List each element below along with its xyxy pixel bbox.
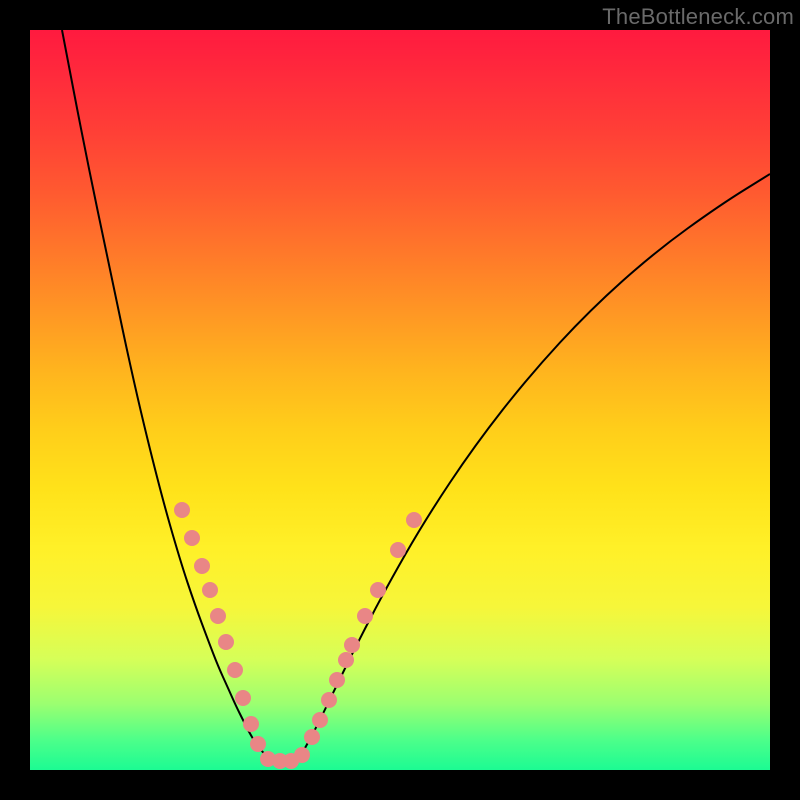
curve-marker: [250, 736, 266, 752]
curve-marker: [227, 662, 243, 678]
curve-marker: [243, 716, 259, 732]
watermark-text: TheBottleneck.com: [602, 4, 794, 30]
curve-left: [62, 30, 267, 757]
curve-marker: [370, 582, 386, 598]
curve-marker: [210, 608, 226, 624]
curve-marker: [344, 637, 360, 653]
curve-right: [300, 174, 770, 757]
curve-marker: [390, 542, 406, 558]
chart-frame: TheBottleneck.com: [0, 0, 800, 800]
curve-marker: [235, 690, 251, 706]
curve-marker: [218, 634, 234, 650]
curve-marker: [304, 729, 320, 745]
curve-marker: [194, 558, 210, 574]
curve-marker: [294, 747, 310, 763]
curve-marker: [406, 512, 422, 528]
curve-marker: [329, 672, 345, 688]
curve-marker: [357, 608, 373, 624]
plot-area: [30, 30, 770, 770]
curve-marker: [338, 652, 354, 668]
curve-marker: [184, 530, 200, 546]
curve-marker: [312, 712, 328, 728]
curve-svg: [30, 30, 770, 770]
curve-marker: [321, 692, 337, 708]
curve-marker: [202, 582, 218, 598]
curve-marker: [174, 502, 190, 518]
curve-markers: [174, 502, 422, 769]
